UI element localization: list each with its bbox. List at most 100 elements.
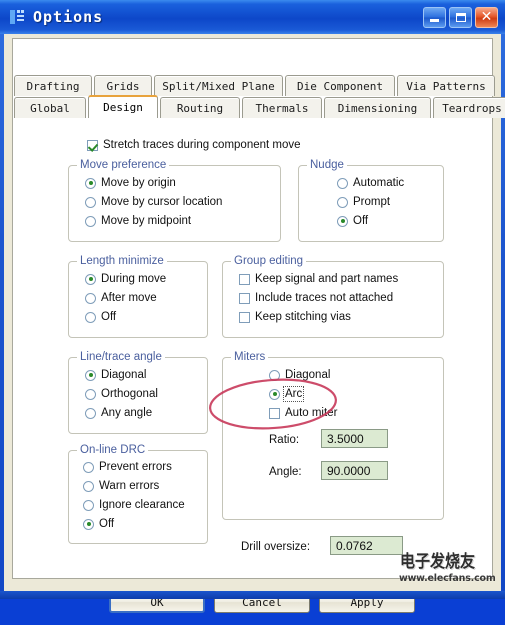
radio-dot[interactable] xyxy=(85,388,96,400)
options-dialog-window: Options ✕ Drafting Grids Split/Mixed Pla… xyxy=(0,0,505,613)
radio-label: Prevent errors xyxy=(99,461,172,473)
group-length-minimize-title: Length minimize xyxy=(77,255,167,267)
radio-label: Any angle xyxy=(101,407,153,419)
group-nudge: Nudge Automatic Prompt Off xyxy=(298,159,444,242)
radio-nudge-automatic[interactable]: Automatic xyxy=(337,177,404,189)
tab-global[interactable]: Global xyxy=(14,97,86,118)
radio-dot[interactable] xyxy=(83,499,94,511)
tab-drafting[interactable]: Drafting xyxy=(14,75,92,96)
checkbox-box[interactable] xyxy=(87,139,98,151)
radio-dot[interactable] xyxy=(83,480,94,492)
group-line-trace-angle: Line/trace angle Diagonal Orthogonal Any… xyxy=(68,351,208,434)
radio-label: Move by midpoint xyxy=(101,215,192,227)
checkbox-label: Keep signal and part names xyxy=(255,273,399,285)
checkbox-auto-miter[interactable]: Auto miter xyxy=(269,407,337,419)
checkbox-box[interactable] xyxy=(239,292,250,304)
radio-dot[interactable] xyxy=(83,518,94,530)
drill-oversize-label: Drill oversize: xyxy=(241,541,311,553)
radio-ignore-clearance[interactable]: Ignore clearance xyxy=(83,499,185,511)
ratio-input[interactable]: 3.5000 xyxy=(321,429,388,448)
ratio-label: Ratio: xyxy=(269,434,300,446)
group-online-drc-title: On-line DRC xyxy=(77,444,149,456)
checkbox-keep-signal-and-part-names[interactable]: Keep signal and part names xyxy=(239,273,398,285)
checkbox-box[interactable] xyxy=(269,407,280,419)
design-tab-content: Stretch traces during component move Mov… xyxy=(13,119,492,579)
radio-move-by-origin[interactable]: Move by origin xyxy=(85,177,176,189)
radio-dot[interactable] xyxy=(269,388,280,400)
radio-any-angle[interactable]: Any angle xyxy=(85,407,152,419)
radio-length-minimize-off[interactable]: Off xyxy=(85,311,116,323)
dialog-client-area: Drafting Grids Split/Mixed Plane Die Com… xyxy=(4,34,505,613)
tab-grids[interactable]: Grids xyxy=(94,75,152,96)
radio-prevent-errors[interactable]: Prevent errors xyxy=(83,461,172,473)
radio-dot[interactable] xyxy=(269,369,280,381)
drill-oversize-input[interactable]: 0.0762 xyxy=(330,536,403,555)
radio-miter-arc[interactable]: Arc xyxy=(269,386,305,402)
radio-label: Prompt xyxy=(353,196,391,208)
radio-dot[interactable] xyxy=(85,292,96,304)
radio-dot[interactable] xyxy=(337,196,348,208)
radio-label: Off xyxy=(99,518,115,530)
radio-drc-off[interactable]: Off xyxy=(83,518,114,530)
radio-label: Move by origin xyxy=(101,177,176,189)
tab-via-patterns[interactable]: Via Patterns xyxy=(397,75,495,96)
radio-label: Warn errors xyxy=(99,480,160,492)
radio-dot[interactable] xyxy=(85,311,96,323)
tab-teardrops[interactable]: Teardrops xyxy=(433,97,505,118)
tab-row-1: Drafting Grids Split/Mixed Plane Die Com… xyxy=(14,75,497,96)
radio-label: Ignore clearance xyxy=(99,499,185,511)
title-bar[interactable]: Options ✕ xyxy=(0,0,505,34)
checkbox-box[interactable] xyxy=(239,273,250,285)
radio-miter-diagonal[interactable]: Diagonal xyxy=(269,369,330,381)
radio-during-move[interactable]: During move xyxy=(85,273,166,285)
tab-routing[interactable]: Routing xyxy=(160,97,240,118)
radio-dot[interactable] xyxy=(83,461,94,473)
group-line-trace-angle-title: Line/trace angle xyxy=(77,351,165,363)
group-length-minimize: Length minimize During move After move O… xyxy=(68,255,208,338)
radio-move-by-cursor-location[interactable]: Move by cursor location xyxy=(85,196,222,208)
window-controls: ✕ xyxy=(423,6,498,28)
angle-label: Angle: xyxy=(269,466,302,478)
close-icon[interactable]: ✕ xyxy=(475,6,498,28)
radio-move-by-midpoint[interactable]: Move by midpoint xyxy=(85,215,191,227)
radio-label: Move by cursor location xyxy=(101,196,223,208)
tab-die-component[interactable]: Die Component xyxy=(285,75,395,96)
radio-dot[interactable] xyxy=(85,407,96,419)
radio-diagonal[interactable]: Diagonal xyxy=(85,369,146,381)
radio-label: Diagonal xyxy=(285,369,331,381)
radio-dot[interactable] xyxy=(85,273,96,285)
radio-label: During move xyxy=(101,273,167,285)
radio-after-move[interactable]: After move xyxy=(85,292,157,304)
radio-nudge-prompt[interactable]: Prompt xyxy=(337,196,390,208)
pcb-options-icon xyxy=(7,7,27,27)
group-move-preference: Move preference Move by origin Move by c… xyxy=(68,159,281,242)
radio-orthogonal[interactable]: Orthogonal xyxy=(85,388,158,400)
checkbox-include-traces-not-attached[interactable]: Include traces not attached xyxy=(239,292,393,304)
tab-split-mixed-plane[interactable]: Split/Mixed Plane xyxy=(154,75,283,96)
minimize-icon[interactable] xyxy=(423,6,446,28)
tab-dimensioning[interactable]: Dimensioning xyxy=(324,97,431,118)
group-online-drc: On-line DRC Prevent errors Warn errors I… xyxy=(68,444,208,544)
angle-input[interactable]: 90.0000 xyxy=(321,461,388,480)
group-miters: Miters Diagonal Arc Auto miter Ratio: 3.… xyxy=(222,351,444,520)
radio-label: Off xyxy=(101,311,117,323)
radio-dot[interactable] xyxy=(85,177,96,189)
radio-label: Off xyxy=(353,215,369,227)
stretch-traces-checkbox[interactable]: Stretch traces during component move xyxy=(87,139,301,151)
tab-design[interactable]: Design xyxy=(88,95,158,118)
radio-dot[interactable] xyxy=(85,215,96,227)
group-group-editing-title: Group editing xyxy=(231,255,307,267)
tab-thermals[interactable]: Thermals xyxy=(242,97,322,118)
radio-dot[interactable] xyxy=(337,215,348,227)
checkbox-box[interactable] xyxy=(239,311,250,323)
radio-warn-errors[interactable]: Warn errors xyxy=(83,480,159,492)
maximize-icon[interactable] xyxy=(449,6,472,28)
window-title: Options xyxy=(33,8,104,26)
radio-dot[interactable] xyxy=(337,177,348,189)
radio-nudge-off[interactable]: Off xyxy=(337,215,368,227)
window-bottom-border xyxy=(0,591,505,599)
checkbox-keep-stitching-vias[interactable]: Keep stitching vias xyxy=(239,311,351,323)
radio-dot[interactable] xyxy=(85,196,96,208)
radio-dot[interactable] xyxy=(85,369,96,381)
group-nudge-title: Nudge xyxy=(307,159,347,171)
